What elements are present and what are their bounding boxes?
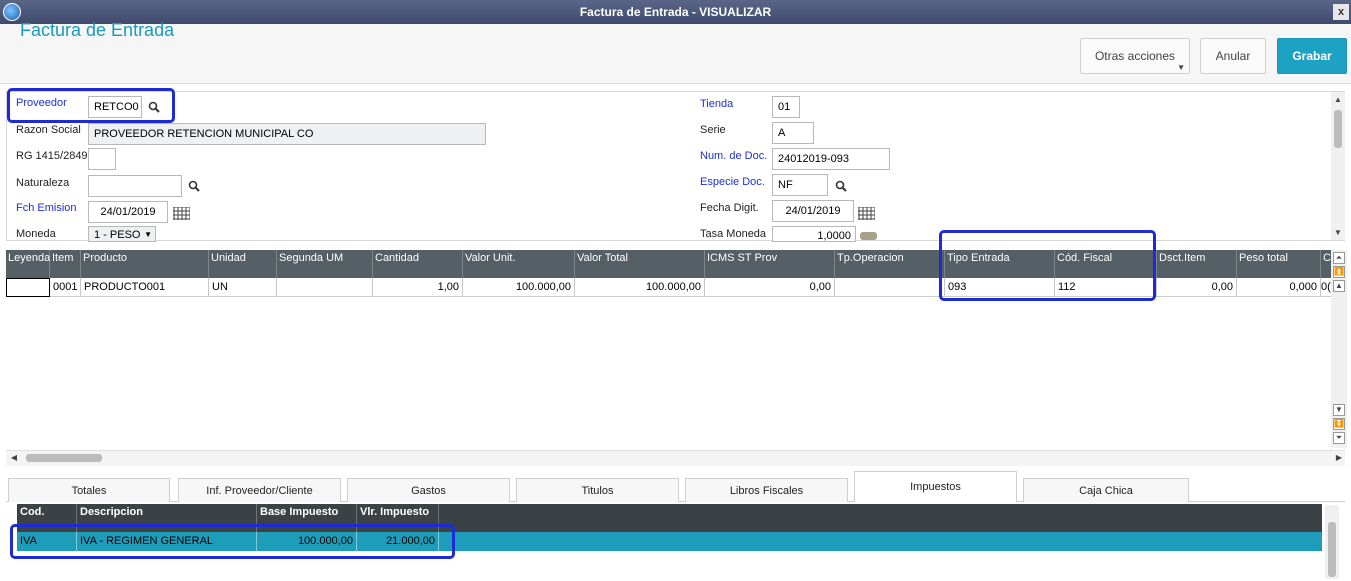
scroll-down-icon[interactable]: ▼ bbox=[1333, 404, 1345, 416]
highlight-iva-row bbox=[10, 524, 455, 559]
chevron-down-icon: ▼ bbox=[1177, 63, 1185, 72]
scroll-left-icon[interactable]: ◀ bbox=[9, 453, 19, 463]
tasa-moneda-field[interactable]: 1,0000 bbox=[772, 226, 856, 242]
rg-field[interactable] bbox=[88, 148, 116, 170]
cell-valor-unit[interactable]: 100.000,00 bbox=[463, 278, 575, 297]
money-icon[interactable] bbox=[860, 232, 877, 240]
moneda-label: Moneda bbox=[16, 228, 56, 240]
cell-segunda-um[interactable] bbox=[277, 278, 373, 297]
serie-field[interactable]: A bbox=[772, 122, 814, 144]
hscroll-thumb[interactable] bbox=[26, 454, 102, 462]
tax-scroll-thumb[interactable] bbox=[1328, 522, 1336, 577]
tab-impuestos[interactable]: Impuestos bbox=[854, 471, 1017, 502]
col-header[interactable]: Tp.Operacion bbox=[835, 250, 945, 278]
col-header[interactable]: Leyenda bbox=[6, 250, 50, 278]
search-icon[interactable] bbox=[188, 180, 200, 192]
num-doc-label: Num. de Doc. bbox=[700, 150, 768, 162]
page-title: Factura de Entrada bbox=[20, 20, 175, 40]
razon-social-field[interactable]: PROVEEDOR RETENCION MUNICIPAL CO bbox=[88, 123, 486, 145]
app-icon bbox=[3, 3, 21, 21]
especie-doc-label: Especie Doc. bbox=[700, 176, 765, 188]
save-button[interactable]: Grabar bbox=[1277, 38, 1347, 74]
moneda-value: 1 - PESO bbox=[94, 229, 141, 241]
header-form bbox=[6, 91, 1345, 241]
highlight-proveedor bbox=[7, 88, 175, 123]
tasa-moneda-label: Tasa Moneda bbox=[700, 228, 767, 240]
scroll-up-icon[interactable]: ▲ bbox=[1333, 280, 1345, 292]
form-scroll-thumb[interactable] bbox=[1334, 110, 1342, 148]
tab-totales[interactable]: Totales bbox=[8, 478, 170, 502]
cell-icms-st-prov[interactable]: 0,00 bbox=[705, 278, 835, 297]
tab-titulos[interactable]: Titulos bbox=[516, 478, 679, 502]
close-button[interactable]: x bbox=[1333, 4, 1349, 20]
fch-emision-field[interactable]: 24/01/2019 bbox=[88, 201, 168, 223]
fecha-digit-field[interactable]: 24/01/2019 bbox=[772, 200, 854, 222]
cell-peso-total[interactable]: 0,000 bbox=[1237, 278, 1321, 297]
cancel-button[interactable]: Anular bbox=[1200, 38, 1266, 74]
scroll-down-icon[interactable]: ▼ bbox=[1333, 228, 1343, 238]
col-header[interactable]: C bbox=[1321, 250, 1331, 278]
tab-gastos[interactable]: Gastos bbox=[347, 478, 510, 502]
scroll-page-down-icon[interactable]: ⏬ bbox=[1333, 418, 1345, 430]
razon-social-label: Razon Social bbox=[16, 124, 81, 136]
col-header[interactable]: Dsct.Item bbox=[1157, 250, 1237, 278]
fecha-digit-label: Fecha Digit. bbox=[700, 202, 759, 214]
window-title: Factura de Entrada - VISUALIZAR bbox=[579, 5, 772, 19]
col-header[interactable]: Cantidad bbox=[373, 250, 463, 278]
scroll-up-icon[interactable]: ▲ bbox=[1333, 95, 1343, 105]
tienda-label: Tienda bbox=[700, 98, 734, 110]
num-doc-field[interactable]: 24012019-093 bbox=[772, 148, 890, 170]
cell-valor-total[interactable]: 100.000,00 bbox=[575, 278, 705, 297]
other-actions-label: Otras acciones bbox=[1094, 49, 1176, 63]
grid-horizontal-scrollbar[interactable] bbox=[6, 450, 1345, 466]
calendar-icon[interactable] bbox=[173, 207, 190, 220]
calendar-icon[interactable] bbox=[858, 207, 875, 220]
cell-cantidad[interactable]: 1,00 bbox=[373, 278, 463, 297]
col-header[interactable]: Unidad bbox=[209, 250, 277, 278]
col-header[interactable]: ICMS ST Prov bbox=[705, 250, 835, 278]
cell-producto[interactable]: PRODUCTO001 bbox=[81, 278, 209, 297]
col-header[interactable]: Valor Unit. bbox=[463, 250, 575, 278]
cell-tp-operacion[interactable] bbox=[835, 278, 945, 297]
other-actions-button[interactable]: Otras acciones ▼ bbox=[1080, 38, 1190, 74]
col-header[interactable]: Valor Total bbox=[575, 250, 705, 278]
tab-caja-chica[interactable]: Caja Chica bbox=[1023, 478, 1189, 502]
moneda-select[interactable]: 1 - PESO ▼ bbox=[88, 226, 156, 242]
scroll-top-icon[interactable]: ⏶ bbox=[1333, 252, 1345, 264]
especie-doc-field[interactable]: NF bbox=[772, 174, 828, 196]
col-header[interactable]: Producto bbox=[81, 250, 209, 278]
search-icon[interactable] bbox=[835, 180, 847, 192]
cell-leyenda[interactable] bbox=[6, 278, 50, 297]
naturaleza-field[interactable] bbox=[88, 175, 182, 197]
col-header[interactable]: Peso total bbox=[1237, 250, 1321, 278]
cell-dsct-item[interactable]: 0,00 bbox=[1157, 278, 1237, 297]
naturaleza-label: Naturaleza bbox=[16, 177, 70, 189]
window-titlebar: Factura de Entrada - VISUALIZAR bbox=[0, 0, 1351, 24]
rg-label: RG 1415/2849 bbox=[16, 150, 88, 162]
chevron-down-icon: ▼ bbox=[144, 230, 152, 239]
tab-libros-fiscales[interactable]: Libros Fiscales bbox=[685, 478, 848, 502]
cell-c[interactable]: 0( bbox=[1321, 278, 1331, 297]
highlight-tipo-entrada-cod-fiscal bbox=[939, 230, 1156, 301]
tienda-field[interactable]: 01 bbox=[772, 96, 800, 118]
col-header[interactable]: Item bbox=[50, 250, 81, 278]
fch-emision-label: Fch Emision bbox=[16, 202, 77, 214]
scroll-page-up-icon[interactable]: ⏫ bbox=[1333, 266, 1345, 278]
cell-item[interactable]: 0001 bbox=[50, 278, 81, 297]
serie-label: Serie bbox=[700, 124, 726, 136]
cell-unidad[interactable]: UN bbox=[209, 278, 277, 297]
tab-inf-proveedor-cliente[interactable]: Inf. Proveedor/Cliente bbox=[178, 478, 341, 502]
col-header[interactable]: Segunda UM bbox=[277, 250, 373, 278]
scroll-right-icon[interactable]: ▶ bbox=[1334, 453, 1344, 463]
scroll-bottom-icon[interactable]: ⏷ bbox=[1333, 432, 1345, 444]
